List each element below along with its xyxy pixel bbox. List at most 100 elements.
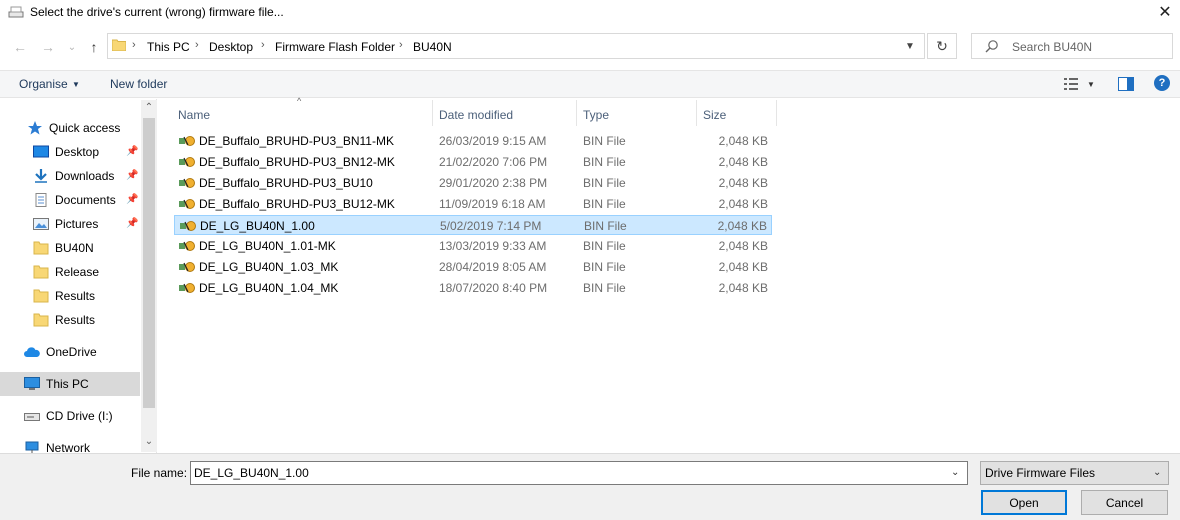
- type-cell: BIN File: [583, 197, 626, 211]
- date-modified-cell: 13/03/2019 9:33 AM: [439, 239, 547, 253]
- organise-button[interactable]: Organise: [19, 77, 68, 91]
- sidebar-item-downloads[interactable]: Downloads: [33, 166, 114, 186]
- size-cell: 2,048 KB: [718, 176, 768, 190]
- bin-file-icon: [179, 262, 195, 272]
- table-row[interactable]: DE_Buffalo_BRUHD-PU3_BN11-MK 26/03/2019 9…: [174, 131, 772, 151]
- sidebar-item-label: CD Drive (I:): [46, 409, 113, 423]
- star-icon: [28, 121, 42, 135]
- pin-icon[interactable]: 📌: [126, 194, 138, 205]
- desktop-icon: [33, 145, 49, 158]
- file-name-cell: DE_Buffalo_BRUHD-PU3_BN12-MK: [199, 155, 395, 169]
- new-folder-button[interactable]: New folder: [110, 77, 167, 91]
- chevron-down-icon[interactable]: ▼: [902, 39, 918, 53]
- breadcrumb-bu40n[interactable]: BU40N: [413, 40, 452, 54]
- help-icon[interactable]: ?: [1154, 75, 1170, 91]
- refresh-button[interactable]: ↻: [927, 33, 957, 59]
- drive-icon: [8, 6, 24, 18]
- sidebar-item-label: Downloads: [55, 169, 115, 183]
- sidebar-item-quick-access[interactable]: Quick access: [27, 118, 120, 138]
- sidebar-item-pictures[interactable]: Pictures: [33, 214, 98, 234]
- sidebar-item-desktop[interactable]: Desktop: [33, 142, 99, 162]
- breadcrumb-this-pc[interactable]: This PC: [147, 40, 190, 54]
- column-header-size[interactable]: Size: [703, 105, 726, 125]
- size-cell: 2,048 KB: [718, 281, 768, 295]
- table-row[interactable]: DE_LG_BU40N_1.00 5/02/2019 7:14 PM BIN Fil…: [174, 215, 772, 235]
- file-name-value: DE_LG_BU40N_1.00: [194, 466, 309, 480]
- column-header-date-modified[interactable]: Date modified: [439, 105, 513, 125]
- date-modified-cell: 28/04/2019 8:05 AM: [439, 260, 547, 274]
- sidebar-item-documents[interactable]: Documents: [33, 190, 116, 210]
- breadcrumb-firmware-flash-folder[interactable]: Firmware Flash Folder: [275, 40, 395, 54]
- date-modified-cell: 26/03/2019 9:15 AM: [439, 134, 547, 148]
- pin-icon[interactable]: 📌: [126, 146, 138, 157]
- bin-file-icon: [179, 199, 195, 209]
- sidebar-item-label: Documents: [55, 193, 116, 207]
- file-name-cell: DE_Buffalo_BRUHD-PU3_BU10: [199, 176, 373, 190]
- date-modified-cell: 21/02/2020 7:06 PM: [439, 155, 548, 169]
- column-divider[interactable]: [696, 100, 697, 126]
- sidebar-item-results[interactable]: Results: [33, 286, 95, 306]
- sidebar-item-bu40n[interactable]: BU40N: [33, 238, 94, 258]
- chevron-down-icon[interactable]: ▼: [72, 80, 80, 89]
- column-divider[interactable]: [432, 100, 433, 126]
- pin-icon[interactable]: 📌: [126, 218, 138, 229]
- table-row[interactable]: DE_Buffalo_BRUHD-PU3_BN12-MK 21/02/2020 7…: [174, 152, 772, 172]
- bin-file-icon: [179, 241, 195, 251]
- preview-pane-icon[interactable]: [1118, 77, 1134, 91]
- sidebar-item-label: OneDrive: [46, 345, 97, 359]
- folder-icon: [33, 289, 49, 303]
- sidebar-item-onedrive[interactable]: OneDrive: [24, 342, 97, 362]
- sidebar-item-results[interactable]: Results: [33, 310, 95, 330]
- column-header-type[interactable]: Type: [583, 105, 609, 125]
- size-cell: 2,048 KB: [718, 134, 768, 148]
- sidebar-item-label: This PC: [46, 377, 89, 391]
- scrollbar-thumb[interactable]: [143, 118, 155, 408]
- table-row[interactable]: DE_LG_BU40N_1.04_MK 18/07/2020 8:40 PM BIN…: [174, 278, 772, 298]
- back-button[interactable]: ←: [10, 37, 30, 57]
- open-button[interactable]: Open: [981, 490, 1067, 515]
- sidebar-item-label: BU40N: [55, 241, 94, 255]
- window-title: Select the drive's current (wrong) firmw…: [30, 5, 284, 19]
- file-name-cell: DE_Buffalo_BRUHD-PU3_BN11-MK: [199, 134, 394, 148]
- up-button[interactable]: ↑: [84, 37, 104, 57]
- sidebar-item-release[interactable]: Release: [33, 262, 99, 282]
- cancel-button[interactable]: Cancel: [1081, 490, 1168, 515]
- sidebar-item-label: Results: [55, 289, 96, 303]
- bin-file-icon: [180, 221, 196, 231]
- sidebar-item-cd-drive[interactable]: CD Drive (I:): [24, 406, 113, 426]
- column-divider[interactable]: [576, 100, 577, 126]
- folder-icon: [33, 265, 49, 279]
- table-row[interactable]: DE_LG_BU40N_1.03_MK 28/04/2019 8:05 AM BIN…: [174, 257, 772, 277]
- pin-icon[interactable]: 📌: [126, 170, 138, 181]
- sidebar-item-this-pc[interactable]: This PC: [24, 374, 89, 394]
- date-modified-cell: 5/02/2019 7:14 PM: [440, 219, 542, 233]
- forward-button[interactable]: →: [38, 37, 58, 57]
- recent-locations-button[interactable]: ⌄: [62, 37, 82, 57]
- date-modified-cell: 29/01/2020 2:38 PM: [439, 176, 548, 190]
- scroll-up-icon[interactable]: ⌃: [141, 102, 157, 116]
- computer-icon: [24, 377, 40, 390]
- breadcrumb-separator: ›: [195, 39, 199, 51]
- date-modified-cell: 11/09/2019 6:18 AM: [439, 197, 546, 211]
- table-row[interactable]: DE_Buffalo_BRUHD-PU3_BU10 29/01/2020 2:38…: [174, 173, 772, 193]
- size-cell: 2,048 KB: [718, 197, 768, 211]
- folder-icon: [33, 241, 49, 255]
- type-cell: BIN File: [583, 176, 626, 190]
- column-divider[interactable]: [776, 100, 777, 126]
- scroll-down-icon[interactable]: ⌄: [141, 436, 157, 450]
- chevron-down-icon[interactable]: ⌄: [1153, 467, 1161, 478]
- bin-file-icon: [179, 178, 195, 188]
- type-cell: BIN File: [583, 281, 626, 295]
- size-cell: 2,048 KB: [718, 239, 768, 253]
- type-cell: BIN File: [583, 155, 626, 169]
- column-header-name[interactable]: Name: [178, 105, 210, 125]
- breadcrumb-desktop[interactable]: Desktop: [209, 40, 253, 54]
- close-button[interactable]: ✕: [1150, 0, 1180, 24]
- views-icon[interactable]: [1063, 77, 1079, 91]
- table-row[interactable]: DE_Buffalo_BRUHD-PU3_BU12-MK 11/09/2019 6…: [174, 194, 772, 214]
- sidebar-item-label: Results: [55, 313, 96, 327]
- chevron-down-icon[interactable]: ⌄: [951, 467, 959, 478]
- size-cell: 2,048 KB: [718, 260, 768, 274]
- chevron-down-icon[interactable]: ▼: [1087, 80, 1095, 89]
- table-row[interactable]: DE_LG_BU40N_1.01-MK 13/03/2019 9:33 AM BIN…: [174, 236, 772, 256]
